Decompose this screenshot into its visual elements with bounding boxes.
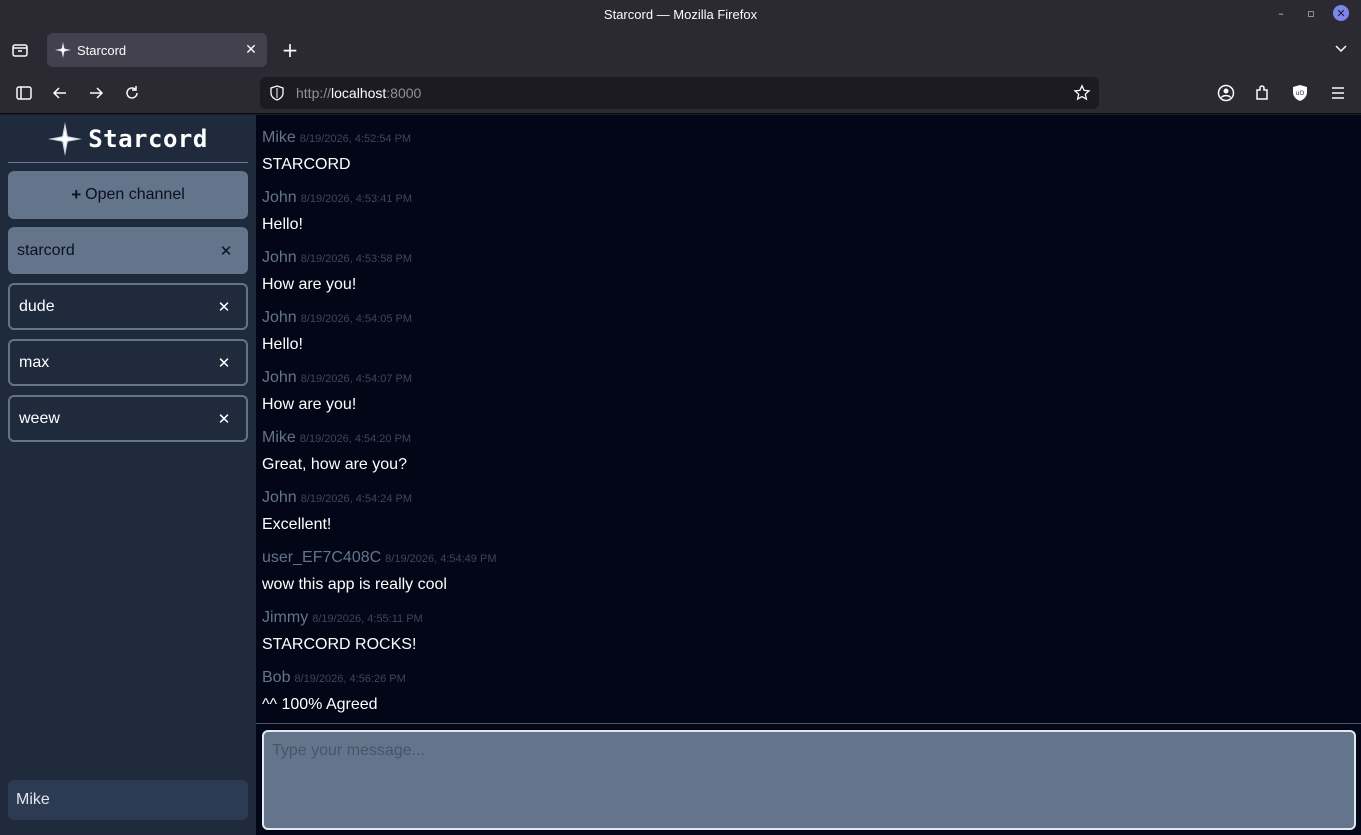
message-item: John 8/19/2026, 4:54:05 PM Hello! (262, 309, 1352, 369)
message-timestamp: 8/19/2026, 4:56:26 PM (294, 673, 406, 685)
message-timestamp: 8/19/2026, 4:54:24 PM (300, 493, 413, 505)
starcord-app: Starcord + Open channel starcord ✕ dude … (0, 115, 1361, 835)
message-text: How are you! (262, 276, 357, 293)
close-channel-icon[interactable]: ✕ (219, 242, 233, 260)
message-author[interactable]: Mike (262, 429, 296, 447)
message-text: Great, how are you? (262, 456, 407, 473)
message-author[interactable]: John (262, 489, 297, 507)
close-channel-icon[interactable]: ✕ (217, 298, 231, 316)
channel-item-starcord[interactable]: starcord ✕ (8, 227, 248, 274)
sidebar: Starcord + Open channel starcord ✕ dude … (0, 115, 256, 835)
window-controls: – ▫ ✕ (1273, 5, 1349, 21)
message-input[interactable] (262, 730, 1356, 830)
window-title: Starcord — Mozilla Firefox (603, 6, 758, 22)
message-text: Hello! (262, 216, 303, 233)
new-tab-icon[interactable]: + (280, 38, 300, 62)
chat-main: Mike 8/19/2026, 4:52:54 PM STARCORD John 8… (256, 115, 1361, 835)
message-list: Mike 8/19/2026, 4:52:54 PM STARCORD John 8… (262, 129, 1352, 729)
channel-item-dude[interactable]: dude ✕ (8, 283, 248, 330)
message-author[interactable]: John (262, 369, 297, 387)
extensions-icon[interactable] (1252, 83, 1272, 103)
message-author[interactable]: Bob (262, 669, 290, 687)
channel-name: dude (19, 297, 55, 315)
plus-icon: + (71, 185, 82, 204)
message-timestamp: 8/19/2026, 4:55:11 PM (312, 613, 423, 625)
channel-name: starcord (17, 241, 75, 259)
app-logo: Starcord (0, 115, 256, 163)
message-text: Excellent! (262, 516, 332, 533)
close-channel-icon[interactable]: ✕ (217, 354, 231, 372)
forward-arrow-icon[interactable] (86, 83, 106, 103)
channel-item-weew[interactable]: weew ✕ (8, 395, 248, 442)
open-channel-button[interactable]: + Open channel (8, 171, 248, 219)
window-titlebar: Starcord — Mozilla Firefox – ▫ ✕ (0, 0, 1361, 28)
message-timestamp: 8/19/2026, 4:54:49 PM (385, 553, 497, 565)
starcord-favicon-icon (55, 42, 71, 58)
message-item: Jimmy 8/19/2026, 4:55:11 PM STARCORD ROCK… (262, 609, 1352, 669)
message-timestamp: 8/19/2026, 4:54:20 PM (299, 433, 412, 445)
menu-hamburger-icon[interactable] (1328, 83, 1348, 103)
ublock-shield-icon[interactable]: uO (1290, 83, 1310, 103)
message-text: Hello! (262, 336, 303, 353)
message-timestamp: 8/19/2026, 4:54:05 PM (300, 313, 413, 325)
tab-close-icon[interactable]: ✕ (243, 42, 259, 58)
message-item: Mike 8/19/2026, 4:54:20 PM Great, how are… (262, 429, 1352, 489)
sidebar-toggle-icon[interactable] (14, 83, 34, 103)
url-text: http://localhost:8000 (296, 85, 421, 101)
svg-text:uO: uO (1296, 90, 1305, 97)
channel-item-max[interactable]: max ✕ (8, 339, 248, 386)
message-text: wow this app is really cool (262, 576, 447, 593)
chevron-down-icon[interactable] (1333, 40, 1349, 56)
url-scheme: http:// (296, 85, 332, 101)
message-timestamp: 8/19/2026, 4:53:58 PM (300, 253, 413, 265)
minimize-icon[interactable]: – (1273, 5, 1289, 21)
message-item: Mike 8/19/2026, 4:52:54 PM STARCORD (262, 129, 1352, 189)
message-author[interactable]: John (262, 189, 297, 207)
current-user[interactable]: Mike (8, 780, 248, 820)
bookmark-star-icon[interactable] (1073, 84, 1091, 102)
message-item: John 8/19/2026, 4:53:58 PM How are you! (262, 249, 1352, 309)
navigation-bar: http://localhost:8000 uO (0, 72, 1361, 114)
message-item: John 8/19/2026, 4:54:24 PM Excellent! (262, 489, 1352, 549)
message-author[interactable]: user_EF7C408C (262, 549, 381, 567)
message-timestamp: 8/19/2026, 4:54:07 PM (300, 373, 413, 385)
message-text: How are you! (262, 396, 357, 413)
browser-tab-starcord[interactable]: Starcord ✕ (47, 33, 267, 67)
message-timestamp: 8/19/2026, 4:52:54 PM (299, 133, 412, 145)
tab-strip: Starcord ✕ + (0, 28, 1361, 72)
url-host: localhost (331, 85, 387, 101)
message-item: Bob 8/19/2026, 4:56:26 PM ^^ 100% Agreed (262, 669, 1352, 729)
message-text: STARCORD ROCKS! (262, 636, 417, 653)
url-port: :8000 (386, 85, 422, 101)
logo-divider (8, 162, 248, 163)
app-logo-text: Starcord (88, 125, 208, 153)
message-author[interactable]: Jimmy (262, 609, 308, 627)
tab-title: Starcord (77, 42, 127, 58)
message-timestamp: 8/19/2026, 4:53:41 PM (300, 193, 413, 205)
current-user-name: Mike (16, 791, 50, 808)
channel-name: weew (19, 409, 60, 427)
message-item: John 8/19/2026, 4:54:07 PM How are you! (262, 369, 1352, 429)
message-author[interactable]: Mike (262, 129, 296, 147)
starcord-logo-icon (48, 122, 83, 156)
restore-icon[interactable]: ▫ (1303, 5, 1319, 21)
message-text: STARCORD (262, 156, 351, 173)
message-text: ^^ 100% Agreed (262, 696, 378, 713)
message-author[interactable]: John (262, 309, 297, 327)
tab-list-icon[interactable] (10, 40, 30, 60)
message-item: John 8/19/2026, 4:53:41 PM Hello! (262, 189, 1352, 249)
open-channel-label: Open channel (85, 186, 185, 203)
url-bar[interactable]: http://localhost:8000 (260, 77, 1099, 109)
message-item: user_EF7C408C 8/19/2026, 4:54:49 PM wow t… (262, 549, 1352, 609)
close-channel-icon[interactable]: ✕ (217, 410, 231, 428)
tracking-shield-icon[interactable] (269, 85, 285, 101)
account-icon[interactable] (1216, 83, 1236, 103)
back-arrow-icon[interactable] (50, 83, 70, 103)
composer-divider (256, 723, 1361, 724)
message-author[interactable]: John (262, 249, 297, 267)
close-window-icon[interactable]: ✕ (1333, 5, 1349, 21)
channel-name: max (19, 353, 50, 371)
reload-icon[interactable] (122, 83, 142, 103)
